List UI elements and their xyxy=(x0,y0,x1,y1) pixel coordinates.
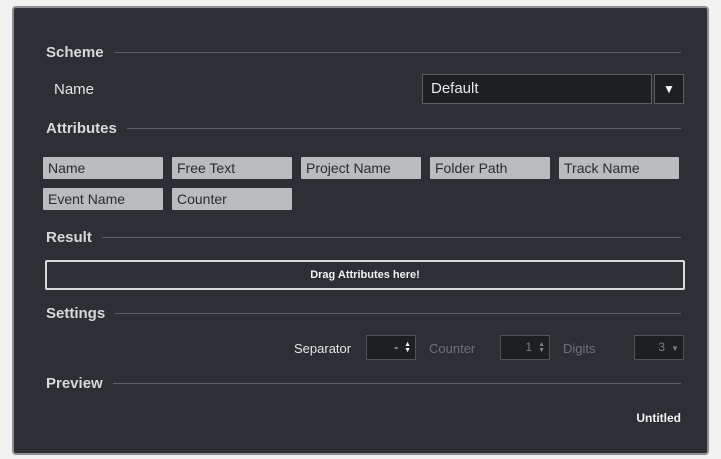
attribute-chip-free-text[interactable]: Free Text xyxy=(172,157,292,179)
counter-label: Counter xyxy=(429,341,476,356)
settings-section-title: Settings xyxy=(46,304,106,322)
separator-label: Separator xyxy=(294,341,352,356)
stepper-arrows-icon[interactable]: ▲ ▼ xyxy=(538,337,545,360)
counter-value: 1 xyxy=(525,340,533,354)
scheme-name-label: Name xyxy=(54,81,95,98)
digits-select[interactable]: 3 ▼ xyxy=(634,335,684,360)
section-divider xyxy=(112,382,681,384)
counter-spinbox[interactable]: 1 ▲ ▼ xyxy=(500,335,550,360)
section-divider xyxy=(101,236,681,238)
preview-result-text: Untitled xyxy=(636,411,681,425)
attribute-chip-event-name[interactable]: Event Name xyxy=(43,188,163,210)
digits-value: 3 xyxy=(658,340,666,354)
attribute-chip-folder-path[interactable]: Folder Path xyxy=(430,157,550,179)
attribute-chip-project-name[interactable]: Project Name xyxy=(301,157,421,179)
chevron-down-icon: ▼ xyxy=(663,82,675,96)
result-section-header: Result xyxy=(46,227,681,247)
attribute-chip-track-name[interactable]: Track Name xyxy=(559,157,679,179)
digits-label: Digits xyxy=(563,341,596,356)
section-divider xyxy=(113,51,681,53)
attribute-chip-name[interactable]: Name xyxy=(43,157,163,179)
scheme-name-field[interactable]: Default xyxy=(422,74,652,104)
result-section-title: Result xyxy=(46,228,92,246)
section-divider xyxy=(115,312,681,314)
scheme-dropdown-button[interactable]: ▼ xyxy=(654,74,684,104)
settings-section-header: Settings xyxy=(46,303,681,323)
preview-section-title: Preview xyxy=(46,374,103,392)
chevron-down-icon: ▼ xyxy=(671,344,679,353)
rename-scheme-panel: Scheme Name Default ▼ Attributes Name Fr… xyxy=(12,6,709,455)
separator-spinbox[interactable]: - ▲ ▼ xyxy=(366,335,416,360)
scheme-section-header: Scheme xyxy=(46,42,681,62)
section-divider xyxy=(126,127,681,129)
preview-section-header: Preview xyxy=(46,373,681,393)
attribute-drop-zone[interactable]: Drag Attributes here! xyxy=(45,260,685,290)
attribute-chip-counter[interactable]: Counter xyxy=(172,188,292,210)
separator-value: - xyxy=(394,340,399,354)
stepper-arrows-icon[interactable]: ▲ ▼ xyxy=(404,337,411,360)
attributes-section-title: Attributes xyxy=(46,119,117,137)
scheme-section-title: Scheme xyxy=(46,43,104,61)
attributes-section-header: Attributes xyxy=(46,118,681,138)
